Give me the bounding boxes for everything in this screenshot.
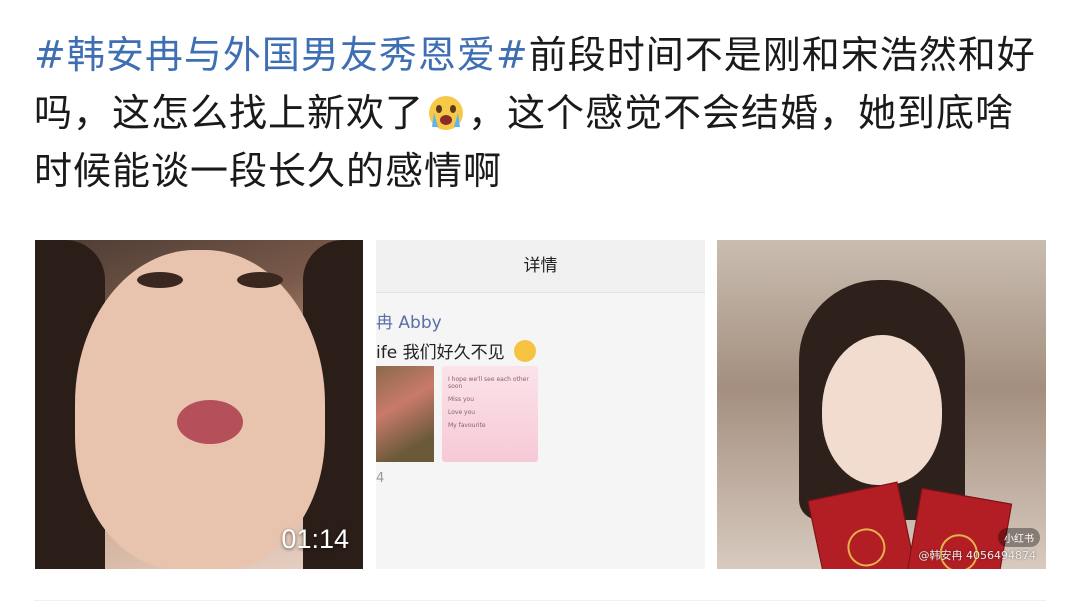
- chat-count: 4: [376, 471, 385, 486]
- crying-face-icon: [429, 96, 464, 130]
- sad-face-icon: [513, 340, 536, 362]
- card-line: My favourite: [448, 422, 486, 429]
- video-thumbnail[interactable]: 01:14: [35, 240, 363, 569]
- chat-contact-name: 冉 Abby: [376, 313, 442, 333]
- card-line: I hope we'll see each other soon: [448, 376, 529, 390]
- chat-message-text: ife 我们好久不见: [376, 343, 505, 363]
- hashtag-link[interactable]: #韩安冉与外国男友秀恩爱#: [34, 33, 529, 77]
- face: [822, 335, 942, 485]
- chat-header-title: 详情: [376, 240, 705, 293]
- photo-thumbnail[interactable]: 小红书 @韩安冉 4056494874: [717, 240, 1046, 569]
- video-duration: 01:14: [281, 524, 349, 554]
- eye-left: [137, 272, 183, 288]
- post-text: #韩安冉与外国男友秀恩爱#前段时间不是刚和宋浩然和好吗，这怎么找上新欢了 ，这个…: [34, 26, 1050, 200]
- chat-photo: [376, 366, 434, 462]
- divider: [34, 600, 1046, 601]
- card-line: Love you: [448, 409, 476, 416]
- card-line: Miss you: [448, 396, 475, 403]
- chat-message: ife 我们好久不见: [376, 338, 536, 363]
- chat-card: I hope we'll see each other soon Miss yo…: [442, 366, 538, 462]
- eye-right: [237, 272, 283, 288]
- watermark-text: @韩安冉 4056494874: [918, 549, 1036, 562]
- mouth: [177, 400, 243, 444]
- watermark-logo: 小红书: [998, 528, 1040, 547]
- face: [75, 250, 325, 569]
- chat-screenshot-thumbnail[interactable]: 详情 冉 Abby ife 我们好久不见 I hope we'll see ea…: [376, 240, 705, 569]
